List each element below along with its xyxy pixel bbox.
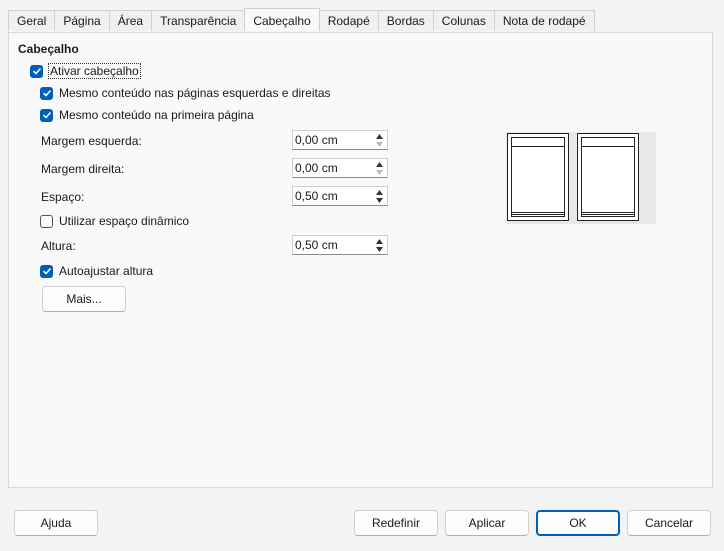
checkbox-checked-icon[interactable]	[30, 64, 43, 78]
aplicar-button[interactable]: Aplicar	[445, 510, 529, 536]
checkbox-unchecked-icon[interactable]	[40, 214, 53, 228]
checkbox-mesmo-conteudo-lados[interactable]: Mesmo conteúdo nas páginas esquerdas e d…	[40, 84, 331, 102]
checkbox-label: Mesmo conteúdo na primeira página	[59, 108, 254, 122]
tab-transparencia[interactable]: Transparência	[151, 10, 246, 31]
tab-bar: Geral Página Área Transparência Cabeçalh…	[8, 8, 595, 32]
checkbox-label: Utilizar espaço dinâmico	[59, 214, 190, 228]
spinbox-value: 0,00 cm	[295, 133, 338, 147]
spin-up-icon[interactable]	[373, 132, 386, 140]
spin-down-icon[interactable]	[373, 140, 386, 148]
checkbox-label: Ativar cabeçalho	[48, 63, 141, 79]
altura-spinbox[interactable]: 0,50 cm	[292, 235, 388, 255]
ajuda-button[interactable]: Ajuda	[14, 510, 98, 536]
spin-up-icon[interactable]	[373, 237, 386, 245]
section-title: Cabeçalho	[18, 42, 79, 56]
tab-rodape[interactable]: Rodapé	[318, 10, 379, 31]
checkbox-ativar-cabecalho[interactable]: Ativar cabeçalho	[30, 62, 141, 80]
tab-cabecalho[interactable]: Cabeçalho	[244, 8, 320, 31]
espaco-spinbox[interactable]: 0,50 cm	[292, 186, 388, 206]
checkbox-checked-icon[interactable]	[40, 264, 53, 278]
margem-direita-label: Margem direita:	[41, 162, 125, 176]
redefinir-button[interactable]: Redefinir	[354, 510, 438, 536]
margem-esquerda-spinbox[interactable]: 0,00 cm	[292, 130, 388, 150]
spin-up-icon[interactable]	[373, 160, 386, 168]
spin-up-icon[interactable]	[373, 188, 386, 196]
spinbox-value: 0,00 cm	[295, 161, 338, 175]
tab-panel: Cabeçalho Ativar cabeçalho Mesmo conteúd…	[8, 32, 713, 488]
checkbox-label: Autoajustar altura	[59, 264, 154, 278]
tab-geral[interactable]: Geral	[8, 10, 56, 31]
altura-label: Altura:	[41, 239, 76, 253]
tab-bordas[interactable]: Bordas	[377, 10, 434, 31]
spin-down-icon[interactable]	[373, 245, 386, 253]
preview-left-page	[507, 133, 569, 221]
tab-colunas[interactable]: Colunas	[432, 10, 495, 31]
spinbox-value: 0,50 cm	[295, 238, 338, 252]
margem-direita-spinbox[interactable]: 0,00 cm	[292, 158, 388, 178]
cancelar-button[interactable]: Cancelar	[627, 510, 711, 536]
preview-right-page	[577, 133, 639, 221]
mais-button[interactable]: Mais...	[42, 286, 126, 312]
spinbox-value: 0,50 cm	[295, 189, 338, 203]
checkbox-autoajustar-altura[interactable]: Autoajustar altura	[40, 262, 153, 280]
ok-button[interactable]: OK	[536, 510, 620, 536]
tab-area[interactable]: Área	[108, 10, 153, 31]
tab-pagina[interactable]: Página	[54, 10, 110, 31]
espaco-label: Espaço:	[41, 190, 85, 204]
checkbox-checked-icon[interactable]	[40, 108, 53, 122]
checkbox-mesmo-conteudo-primeira[interactable]: Mesmo conteúdo na primeira página	[40, 106, 254, 124]
margem-esquerda-label: Margem esquerda:	[41, 134, 142, 148]
checkbox-checked-icon[interactable]	[40, 86, 53, 100]
header-preview	[506, 132, 656, 224]
checkbox-label: Mesmo conteúdo nas páginas esquerdas e d…	[59, 86, 331, 100]
tab-nota-de-rodape[interactable]: Nota de rodapé	[493, 10, 595, 31]
spin-down-icon[interactable]	[373, 196, 386, 204]
checkbox-espaco-dinamico[interactable]: Utilizar espaço dinâmico	[40, 212, 189, 230]
spin-down-icon[interactable]	[373, 168, 386, 176]
